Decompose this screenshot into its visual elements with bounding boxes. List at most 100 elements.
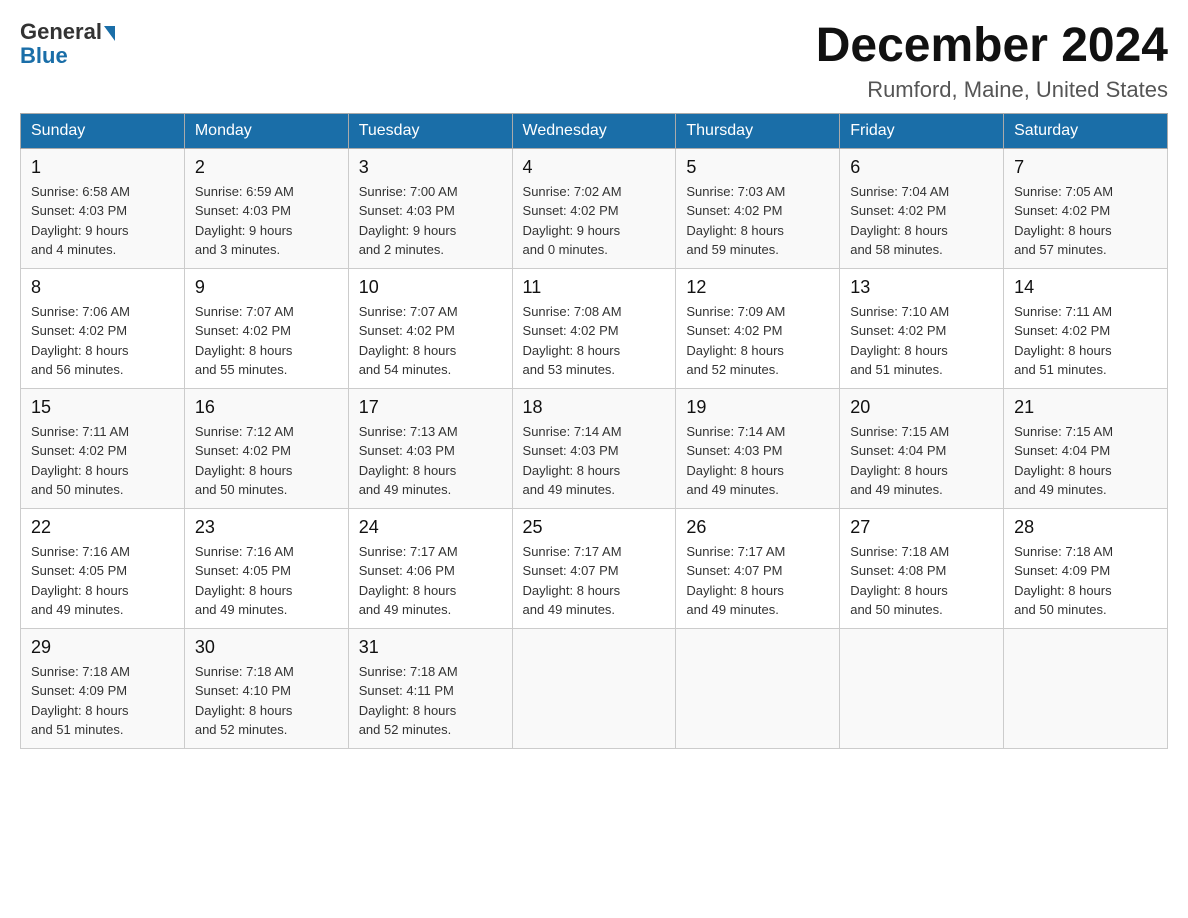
day-info: Sunrise: 7:17 AMSunset: 4:07 PMDaylight:… xyxy=(523,542,666,620)
logo-general: General xyxy=(20,20,102,44)
calendar-cell: 3 Sunrise: 7:00 AMSunset: 4:03 PMDaylight… xyxy=(348,148,512,268)
calendar-cell: 27Sunrise: 7:18 AMSunset: 4:08 PMDayligh… xyxy=(840,508,1004,628)
calendar-cell: 11 Sunrise: 7:08 AMSunset: 4:02 PMDayligh… xyxy=(512,268,676,388)
calendar-cell: 25 Sunrise: 7:17 AMSunset: 4:07 PMDayligh… xyxy=(512,508,676,628)
day-number: 2 xyxy=(195,157,338,178)
day-number: 19 xyxy=(686,397,829,418)
day-info: Sunrise: 7:10 AMSunset: 4:02 PMDaylight:… xyxy=(850,302,993,380)
calendar-cell xyxy=(512,628,676,748)
calendar-cell: 9Sunrise: 7:07 AMSunset: 4:02 PMDaylight… xyxy=(184,268,348,388)
logo: General Blue xyxy=(20,20,115,68)
day-info: Sunrise: 7:07 AMSunset: 4:02 PMDaylight:… xyxy=(195,302,338,380)
day-number: 6 xyxy=(850,157,993,178)
day-number: 30 xyxy=(195,637,338,658)
day-number: 3 xyxy=(359,157,502,178)
day-info: Sunrise: 7:11 AMSunset: 4:02 PMDaylight:… xyxy=(1014,302,1157,380)
calendar-cell: 15 Sunrise: 7:11 AMSunset: 4:02 PMDayligh… xyxy=(21,388,185,508)
month-title: December 2024 xyxy=(816,20,1168,73)
day-header-wednesday: Wednesday xyxy=(512,113,676,148)
calendar-cell: 28Sunrise: 7:18 AMSunset: 4:09 PMDayligh… xyxy=(1004,508,1168,628)
title-block: December 2024 Rumford, Maine, United Sta… xyxy=(816,20,1168,103)
day-info: Sunrise: 7:11 AMSunset: 4:02 PMDaylight:… xyxy=(31,422,174,500)
day-number: 16 xyxy=(195,397,338,418)
calendar-cell: 16 Sunrise: 7:12 AMSunset: 4:02 PMDayligh… xyxy=(184,388,348,508)
calendar-week-row: 29Sunrise: 7:18 AMSunset: 4:09 PMDayligh… xyxy=(21,628,1168,748)
calendar-cell: 4Sunrise: 7:02 AMSunset: 4:02 PMDaylight… xyxy=(512,148,676,268)
day-number: 11 xyxy=(523,277,666,298)
calendar-cell: 2 Sunrise: 6:59 AMSunset: 4:03 PMDaylight… xyxy=(184,148,348,268)
day-number: 21 xyxy=(1014,397,1157,418)
day-header-friday: Friday xyxy=(840,113,1004,148)
day-number: 7 xyxy=(1014,157,1157,178)
day-info: Sunrise: 6:59 AMSunset: 4:03 PMDaylight:… xyxy=(195,182,338,260)
day-header-tuesday: Tuesday xyxy=(348,113,512,148)
day-info: Sunrise: 7:08 AMSunset: 4:02 PMDaylight:… xyxy=(523,302,666,380)
calendar-cell: 12 Sunrise: 7:09 AMSunset: 4:02 PMDayligh… xyxy=(676,268,840,388)
calendar-cell: 6Sunrise: 7:04 AMSunset: 4:02 PMDaylight… xyxy=(840,148,1004,268)
day-info: Sunrise: 7:00 AMSunset: 4:03 PMDaylight:… xyxy=(359,182,502,260)
day-number: 15 xyxy=(31,397,174,418)
calendar-week-row: 15 Sunrise: 7:11 AMSunset: 4:02 PMDayligh… xyxy=(21,388,1168,508)
calendar-cell: 1 Sunrise: 6:58 AMSunset: 4:03 PMDaylight… xyxy=(21,148,185,268)
calendar-week-row: 1 Sunrise: 6:58 AMSunset: 4:03 PMDaylight… xyxy=(21,148,1168,268)
calendar-cell: 13Sunrise: 7:10 AMSunset: 4:02 PMDayligh… xyxy=(840,268,1004,388)
calendar-cell: 30 Sunrise: 7:18 AMSunset: 4:10 PMDayligh… xyxy=(184,628,348,748)
calendar-cell xyxy=(676,628,840,748)
day-info: Sunrise: 7:13 AMSunset: 4:03 PMDaylight:… xyxy=(359,422,502,500)
day-number: 24 xyxy=(359,517,502,538)
day-info: Sunrise: 7:16 AMSunset: 4:05 PMDaylight:… xyxy=(195,542,338,620)
calendar-cell: 23 Sunrise: 7:16 AMSunset: 4:05 PMDayligh… xyxy=(184,508,348,628)
day-number: 22 xyxy=(31,517,174,538)
day-info: Sunrise: 7:14 AMSunset: 4:03 PMDaylight:… xyxy=(686,422,829,500)
day-number: 28 xyxy=(1014,517,1157,538)
calendar-cell: 24 Sunrise: 7:17 AMSunset: 4:06 PMDayligh… xyxy=(348,508,512,628)
calendar-cell: 18 Sunrise: 7:14 AMSunset: 4:03 PMDayligh… xyxy=(512,388,676,508)
day-number: 18 xyxy=(523,397,666,418)
calendar-week-row: 8 Sunrise: 7:06 AMSunset: 4:02 PMDaylight… xyxy=(21,268,1168,388)
day-info: Sunrise: 7:09 AMSunset: 4:02 PMDaylight:… xyxy=(686,302,829,380)
day-info: Sunrise: 6:58 AMSunset: 4:03 PMDaylight:… xyxy=(31,182,174,260)
calendar-cell: 22 Sunrise: 7:16 AMSunset: 4:05 PMDayligh… xyxy=(21,508,185,628)
calendar-cell: 10 Sunrise: 7:07 AMSunset: 4:02 PMDayligh… xyxy=(348,268,512,388)
day-number: 27 xyxy=(850,517,993,538)
calendar-cell: 26 Sunrise: 7:17 AMSunset: 4:07 PMDayligh… xyxy=(676,508,840,628)
day-number: 8 xyxy=(31,277,174,298)
day-info: Sunrise: 7:17 AMSunset: 4:07 PMDaylight:… xyxy=(686,542,829,620)
page-header: General Blue December 2024 Rumford, Main… xyxy=(20,20,1168,103)
day-header-monday: Monday xyxy=(184,113,348,148)
day-info: Sunrise: 7:14 AMSunset: 4:03 PMDaylight:… xyxy=(523,422,666,500)
location-title: Rumford, Maine, United States xyxy=(816,77,1168,103)
day-number: 17 xyxy=(359,397,502,418)
calendar-cell: 7Sunrise: 7:05 AMSunset: 4:02 PMDaylight… xyxy=(1004,148,1168,268)
day-info: Sunrise: 7:17 AMSunset: 4:06 PMDaylight:… xyxy=(359,542,502,620)
day-info: Sunrise: 7:18 AMSunset: 4:11 PMDaylight:… xyxy=(359,662,502,740)
day-number: 25 xyxy=(523,517,666,538)
day-info: Sunrise: 7:07 AMSunset: 4:02 PMDaylight:… xyxy=(359,302,502,380)
day-number: 4 xyxy=(523,157,666,178)
calendar-cell: 14 Sunrise: 7:11 AMSunset: 4:02 PMDayligh… xyxy=(1004,268,1168,388)
calendar-cell: 8 Sunrise: 7:06 AMSunset: 4:02 PMDaylight… xyxy=(21,268,185,388)
day-number: 14 xyxy=(1014,277,1157,298)
calendar-cell: 29Sunrise: 7:18 AMSunset: 4:09 PMDayligh… xyxy=(21,628,185,748)
logo-arrow-icon xyxy=(104,26,115,41)
day-info: Sunrise: 7:12 AMSunset: 4:02 PMDaylight:… xyxy=(195,422,338,500)
day-number: 26 xyxy=(686,517,829,538)
calendar-cell: 17 Sunrise: 7:13 AMSunset: 4:03 PMDayligh… xyxy=(348,388,512,508)
day-number: 5 xyxy=(686,157,829,178)
day-number: 20 xyxy=(850,397,993,418)
calendar-cell xyxy=(1004,628,1168,748)
logo-blue: Blue xyxy=(20,44,68,68)
day-info: Sunrise: 7:18 AMSunset: 4:10 PMDaylight:… xyxy=(195,662,338,740)
day-info: Sunrise: 7:18 AMSunset: 4:09 PMDaylight:… xyxy=(31,662,174,740)
calendar-cell: 5Sunrise: 7:03 AMSunset: 4:02 PMDaylight… xyxy=(676,148,840,268)
calendar-week-row: 22 Sunrise: 7:16 AMSunset: 4:05 PMDayligh… xyxy=(21,508,1168,628)
day-info: Sunrise: 7:15 AMSunset: 4:04 PMDaylight:… xyxy=(1014,422,1157,500)
day-number: 23 xyxy=(195,517,338,538)
calendar-header-row: SundayMondayTuesdayWednesdayThursdayFrid… xyxy=(21,113,1168,148)
day-info: Sunrise: 7:16 AMSunset: 4:05 PMDaylight:… xyxy=(31,542,174,620)
calendar-cell: 19 Sunrise: 7:14 AMSunset: 4:03 PMDayligh… xyxy=(676,388,840,508)
day-number: 1 xyxy=(31,157,174,178)
day-info: Sunrise: 7:06 AMSunset: 4:02 PMDaylight:… xyxy=(31,302,174,380)
day-number: 12 xyxy=(686,277,829,298)
day-number: 10 xyxy=(359,277,502,298)
